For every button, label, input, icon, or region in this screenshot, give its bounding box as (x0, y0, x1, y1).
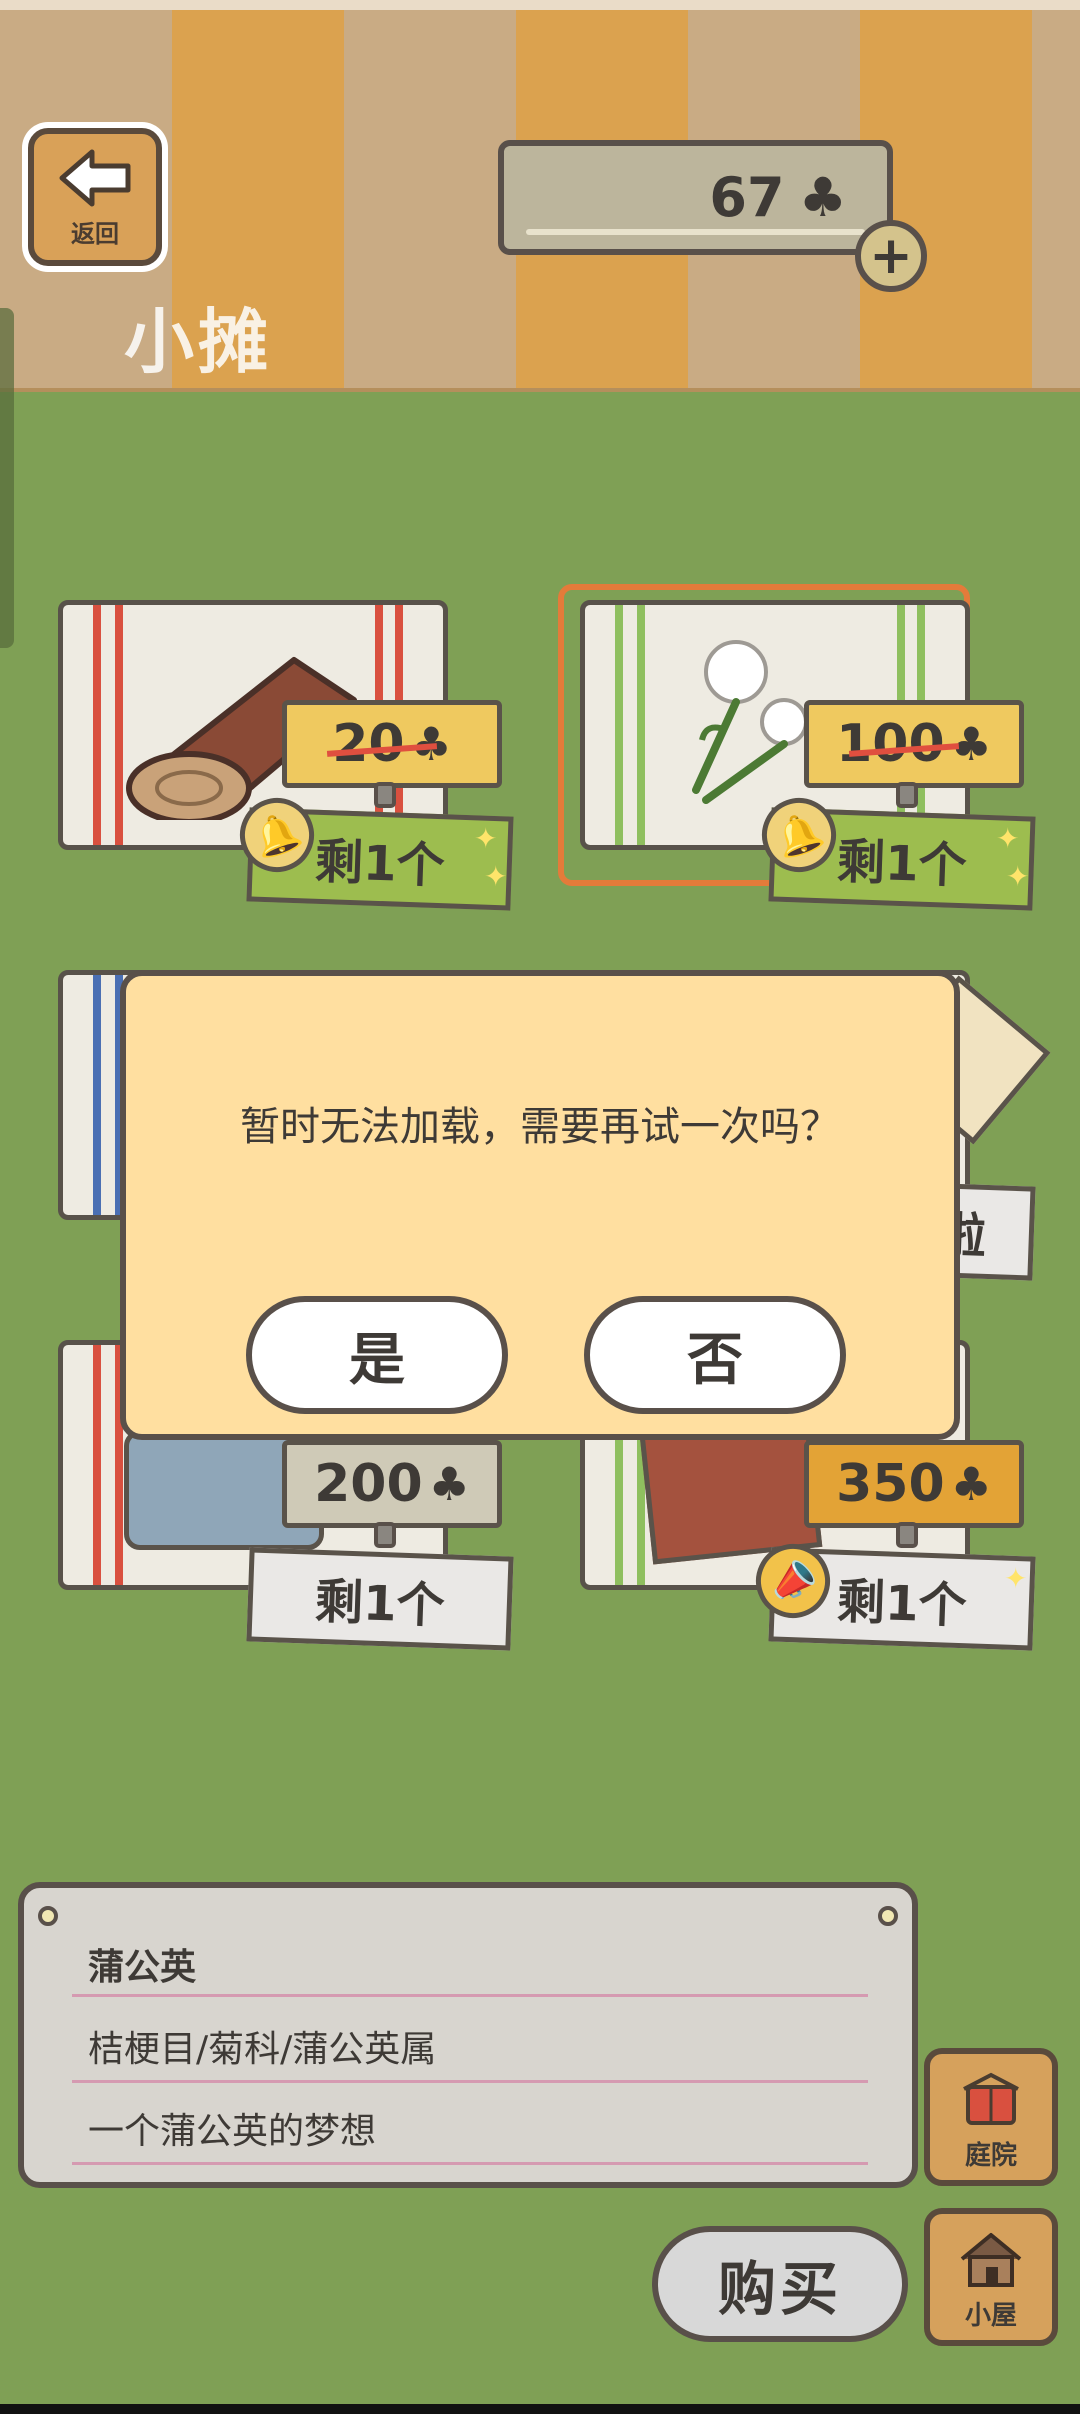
item-name: 蒲公英 (88, 1947, 197, 1988)
yard-button[interactable]: 庭院 (924, 2048, 1058, 2186)
price-value: 100 (836, 714, 945, 774)
side-drawer-handle[interactable] (0, 308, 14, 648)
price-value: 20 (332, 714, 405, 774)
clover-count: 67 (709, 166, 785, 229)
price-tag: 350 ♣ (804, 1440, 1024, 1528)
item-category: 桔梗目/菊科/蒲公英属 (88, 2029, 437, 2070)
back-arrow-icon (59, 149, 131, 206)
peg (374, 1522, 396, 1548)
back-label: 返回 (71, 219, 119, 248)
price-tag: 200 ♣ (282, 1440, 502, 1528)
stock-card: 剩1个 (246, 1547, 514, 1651)
currency-bar (526, 229, 865, 235)
stock-label: 剩1个 (314, 833, 446, 895)
yes-button[interactable]: 是 (246, 1296, 508, 1414)
item-description: 一个蒲公英的梦想 (88, 2111, 377, 2152)
peg (896, 1522, 918, 1548)
clover-balance: 67 ♣ (498, 140, 893, 255)
yard-label: 庭院 (964, 2141, 1017, 2171)
house-label: 小屋 (964, 2301, 1017, 2331)
stock-label: 剩1个 (836, 833, 968, 895)
shop-item-log[interactable]: 20 ♣ 剩1个 🔔 ✦ ✦ (44, 590, 514, 911)
sparkle-icon: ✦ (1004, 1562, 1028, 1595)
shop-item-dandelion[interactable]: 100 ♣ 剩1个 🔔 ✦ ✦ (566, 590, 1036, 911)
buy-button[interactable]: 购买 (652, 2226, 908, 2342)
sparkle-icon: ✦ (474, 822, 498, 855)
clover-icon: ♣ (950, 1457, 992, 1511)
dandelion-icon (692, 640, 808, 804)
stock-label: 剩1个 (836, 1573, 968, 1635)
divider (72, 1994, 868, 1997)
house-icon (960, 2233, 1022, 2287)
no-button[interactable]: 否 (584, 1296, 846, 1414)
system-nav-bar (0, 2404, 1080, 2414)
peg (374, 782, 396, 808)
price-value: 350 (836, 1454, 945, 1514)
retry-dialog: 暂时无法加载，需要再试一次吗？ 是 否 (120, 970, 960, 1440)
clover-icon: ♣ (428, 1457, 470, 1511)
yard-icon (963, 2072, 1019, 2125)
divider (72, 2080, 868, 2083)
divider (72, 2162, 868, 2165)
back-button[interactable]: 返回 (28, 128, 162, 266)
add-clover-button[interactable]: + (855, 220, 927, 292)
peg (896, 782, 918, 808)
sparkle-icon: ✦ (1006, 860, 1030, 893)
stock-label: 剩1个 (314, 1573, 446, 1635)
panel-hole (878, 1906, 898, 1926)
price-tag: 100 ♣ (804, 700, 1024, 788)
panel-hole (38, 1906, 58, 1926)
price-tag: 20 ♣ (282, 700, 502, 788)
dialog-message: 暂时无法加载，需要再试一次吗？ (240, 1104, 840, 1150)
page-title: 小摊 (124, 301, 272, 383)
price-value: 200 (314, 1454, 423, 1514)
clover-icon: ♣ (798, 166, 847, 229)
sparkle-icon: ✦ (484, 860, 508, 893)
sparkle-icon: ✦ (996, 822, 1020, 855)
house-button[interactable]: 小屋 (924, 2208, 1058, 2346)
item-info-panel: 蒲公英 桔梗目/菊科/蒲公英属 一个蒲公英的梦想 (18, 1882, 918, 2188)
